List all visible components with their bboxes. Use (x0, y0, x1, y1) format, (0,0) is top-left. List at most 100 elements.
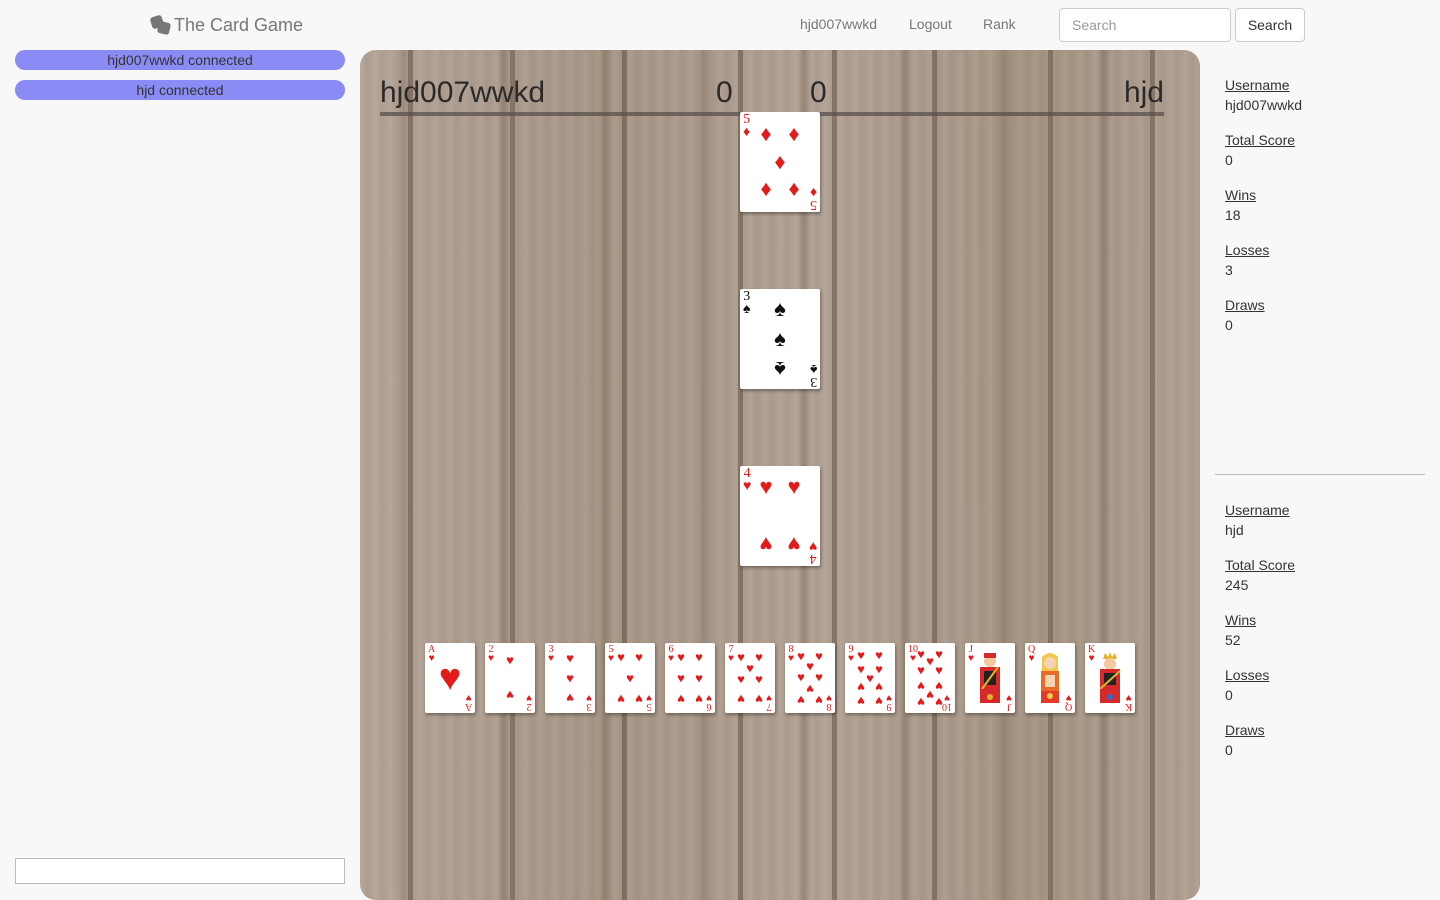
heart-icon: ♥ (787, 532, 801, 557)
heart-icon: ♥ (677, 649, 685, 665)
hand-card[interactable]: J ♥ J ♥ (965, 643, 1015, 713)
losses-value: 0 (1225, 687, 1233, 703)
draws-value: 0 (1225, 742, 1233, 758)
heart-icon: ♥ (506, 652, 514, 668)
heart-icon: ♥ (875, 679, 883, 695)
card-corner: 3 ♠ (743, 289, 751, 317)
player-right-name: hjd (1123, 76, 1164, 109)
played-card: 4 ♥ 4 ♥ ♥ ♥ ♥ ♥ (740, 466, 820, 566)
heart-icon: ♥ (797, 669, 805, 685)
played-card: 5 ♦ 5 ♦ ♦ ♦ ♦ ♦ ♦ (740, 112, 820, 212)
hand-card[interactable]: 5 ♥ 5 ♥ ♥ ♥ ♥ ♥ ♥ (605, 643, 655, 713)
losses-label: Losses (1225, 667, 1270, 683)
connection-status: hjd007wwkd connected (15, 50, 345, 70)
heart-icon: ♥ (746, 660, 754, 676)
spade-icon: ♠ (774, 296, 786, 321)
heart-icon: ♥ (797, 692, 805, 708)
queen-figure-icon (1034, 651, 1066, 705)
heart-icon: ♥ (926, 653, 934, 669)
hand-card[interactable]: 3 ♥ 3 ♥ ♥ ♥ ♥ (545, 643, 595, 713)
hand-card[interactable]: 2 ♥ 2 ♥ ♥ ♥ (485, 643, 535, 713)
hand-card[interactable]: 10 ♥ 10 ♥ ♥ ♥ ♥ ♥ ♥ ♥ ♥ ♥ ♥ ♥ (905, 643, 955, 713)
nav-user-link[interactable]: hjd007wwkd (800, 16, 877, 32)
scoreboard: hjd007wwkd 0 0 hjd (380, 72, 1164, 116)
heart-icon: ♥ (759, 474, 773, 499)
king-figure-icon (1094, 651, 1126, 705)
diamond-icon: ♦ (774, 149, 786, 174)
heart-icon: ♥ (926, 687, 934, 703)
hand-card[interactable]: Q ♥ Q ♥ (1025, 643, 1075, 713)
draws-label: Draws (1225, 722, 1265, 738)
username-value: hjd007wwkd (1225, 97, 1303, 113)
card-corner: 5 ♦ (743, 112, 751, 140)
total-score-value: 0 (1225, 152, 1233, 168)
diamond-icon: ♦ (760, 178, 772, 203)
heart-icon: ♥ (755, 671, 763, 687)
heart-icon: ♥ (617, 691, 625, 707)
heart-icon: ♥ (875, 693, 883, 709)
hand-card[interactable]: 8 ♥ 8 ♥ ♥ ♥ ♥ ♥ ♥ ♥ ♥ ♥ (785, 643, 835, 713)
hand-card[interactable]: 9 ♥ 9 ♥ ♥ ♥ ♥ ♥ ♥ ♥ ♥ ♥ ♥ (845, 643, 895, 713)
card-corner: 3 ♠ (809, 361, 817, 389)
card-corner: 4 ♥ (743, 466, 752, 494)
player-left-name: hjd007wwkd (380, 76, 546, 109)
played-card: 3 ♠ 3 ♠ ♠ ♠ ♠ (740, 289, 820, 389)
hand-card[interactable]: 6 ♥ 6 ♥ ♥ ♥ ♥ ♥ ♥ ♥ (665, 643, 715, 713)
player-right-score: 0 (810, 76, 827, 109)
heart-icon: ♥ (875, 647, 883, 663)
heart-icon: ♥ (815, 669, 823, 685)
hand-card[interactable]: A ♥ A ♥ ♥ (425, 643, 475, 713)
heart-icon: ♥ (797, 648, 805, 664)
heart-icon: ♥ (635, 691, 643, 707)
heart-icon: ♥ (866, 670, 874, 686)
search-button[interactable]: Search (1235, 8, 1305, 42)
logout-link[interactable]: Logout (909, 16, 952, 32)
hand-card[interactable]: 7 ♥ 7 ♥ ♥ ♥ ♥ ♥ ♥ ♥ ♥ (725, 643, 775, 713)
wins-label: Wins (1225, 187, 1257, 203)
heart-icon: ♥ (626, 670, 634, 686)
search-input[interactable] (1059, 8, 1231, 42)
heart-icon: ♥ (935, 662, 943, 678)
losses-value: 3 (1225, 262, 1233, 278)
heart-icon: ♥ (755, 649, 763, 665)
rank-link[interactable]: Rank (983, 16, 1016, 32)
username-value: hjd (1225, 522, 1244, 538)
diamond-icon: ♦ (788, 178, 800, 203)
heart-icon: ♥ (917, 662, 925, 678)
brand-link[interactable]: The Card Game (149, 13, 304, 37)
heart-icon: ♥ (857, 679, 865, 695)
dice-icon (149, 14, 172, 36)
total-score-label: Total Score (1225, 132, 1296, 148)
losses-label: Losses (1225, 242, 1270, 258)
jack-figure-icon (974, 651, 1006, 705)
brand-title: The Card Game (174, 14, 304, 35)
card-corner: 4 ♥ (808, 538, 817, 566)
connection-status: hjd connected (15, 80, 345, 100)
heart-icon: ♥ (617, 649, 625, 665)
game-board: hjd007wwkd 0 0 hjd 5 ♦ 5 ♦ ♦ ♦ ♦ ♦ ♦ 3 ♠ 3 ♠… (360, 50, 1200, 900)
heart-icon: ♥ (677, 670, 685, 686)
wins-value: 18 (1225, 207, 1241, 223)
heart-icon: ♥ (917, 646, 925, 662)
total-score-value: 245 (1225, 577, 1249, 593)
draws-label: Draws (1225, 297, 1265, 313)
heart-icon: ♥ (815, 692, 823, 708)
heart-icon: ♥ (857, 693, 865, 709)
heart-icon: ♥ (917, 678, 925, 694)
spade-icon: ♠ (774, 357, 786, 382)
player-left-score: 0 (716, 76, 733, 109)
chat-input[interactable] (15, 858, 345, 884)
heart-icon: ♥ (875, 661, 883, 677)
hand-card[interactable]: K ♥ K ♥ (1085, 643, 1135, 713)
heart-icon: ♥ (857, 661, 865, 677)
username-label: Username (1225, 502, 1290, 518)
heart-icon: ♥ (935, 678, 943, 694)
heart-icon: ♥ (695, 670, 703, 686)
diamond-icon: ♦ (788, 121, 800, 146)
heart-icon: ♥ (787, 474, 801, 499)
panel-divider (1215, 474, 1425, 475)
username-label: Username (1225, 77, 1290, 93)
heart-icon: ♥ (759, 532, 773, 557)
heart-icon: ♥ (506, 687, 514, 703)
draws-value: 0 (1225, 317, 1233, 333)
